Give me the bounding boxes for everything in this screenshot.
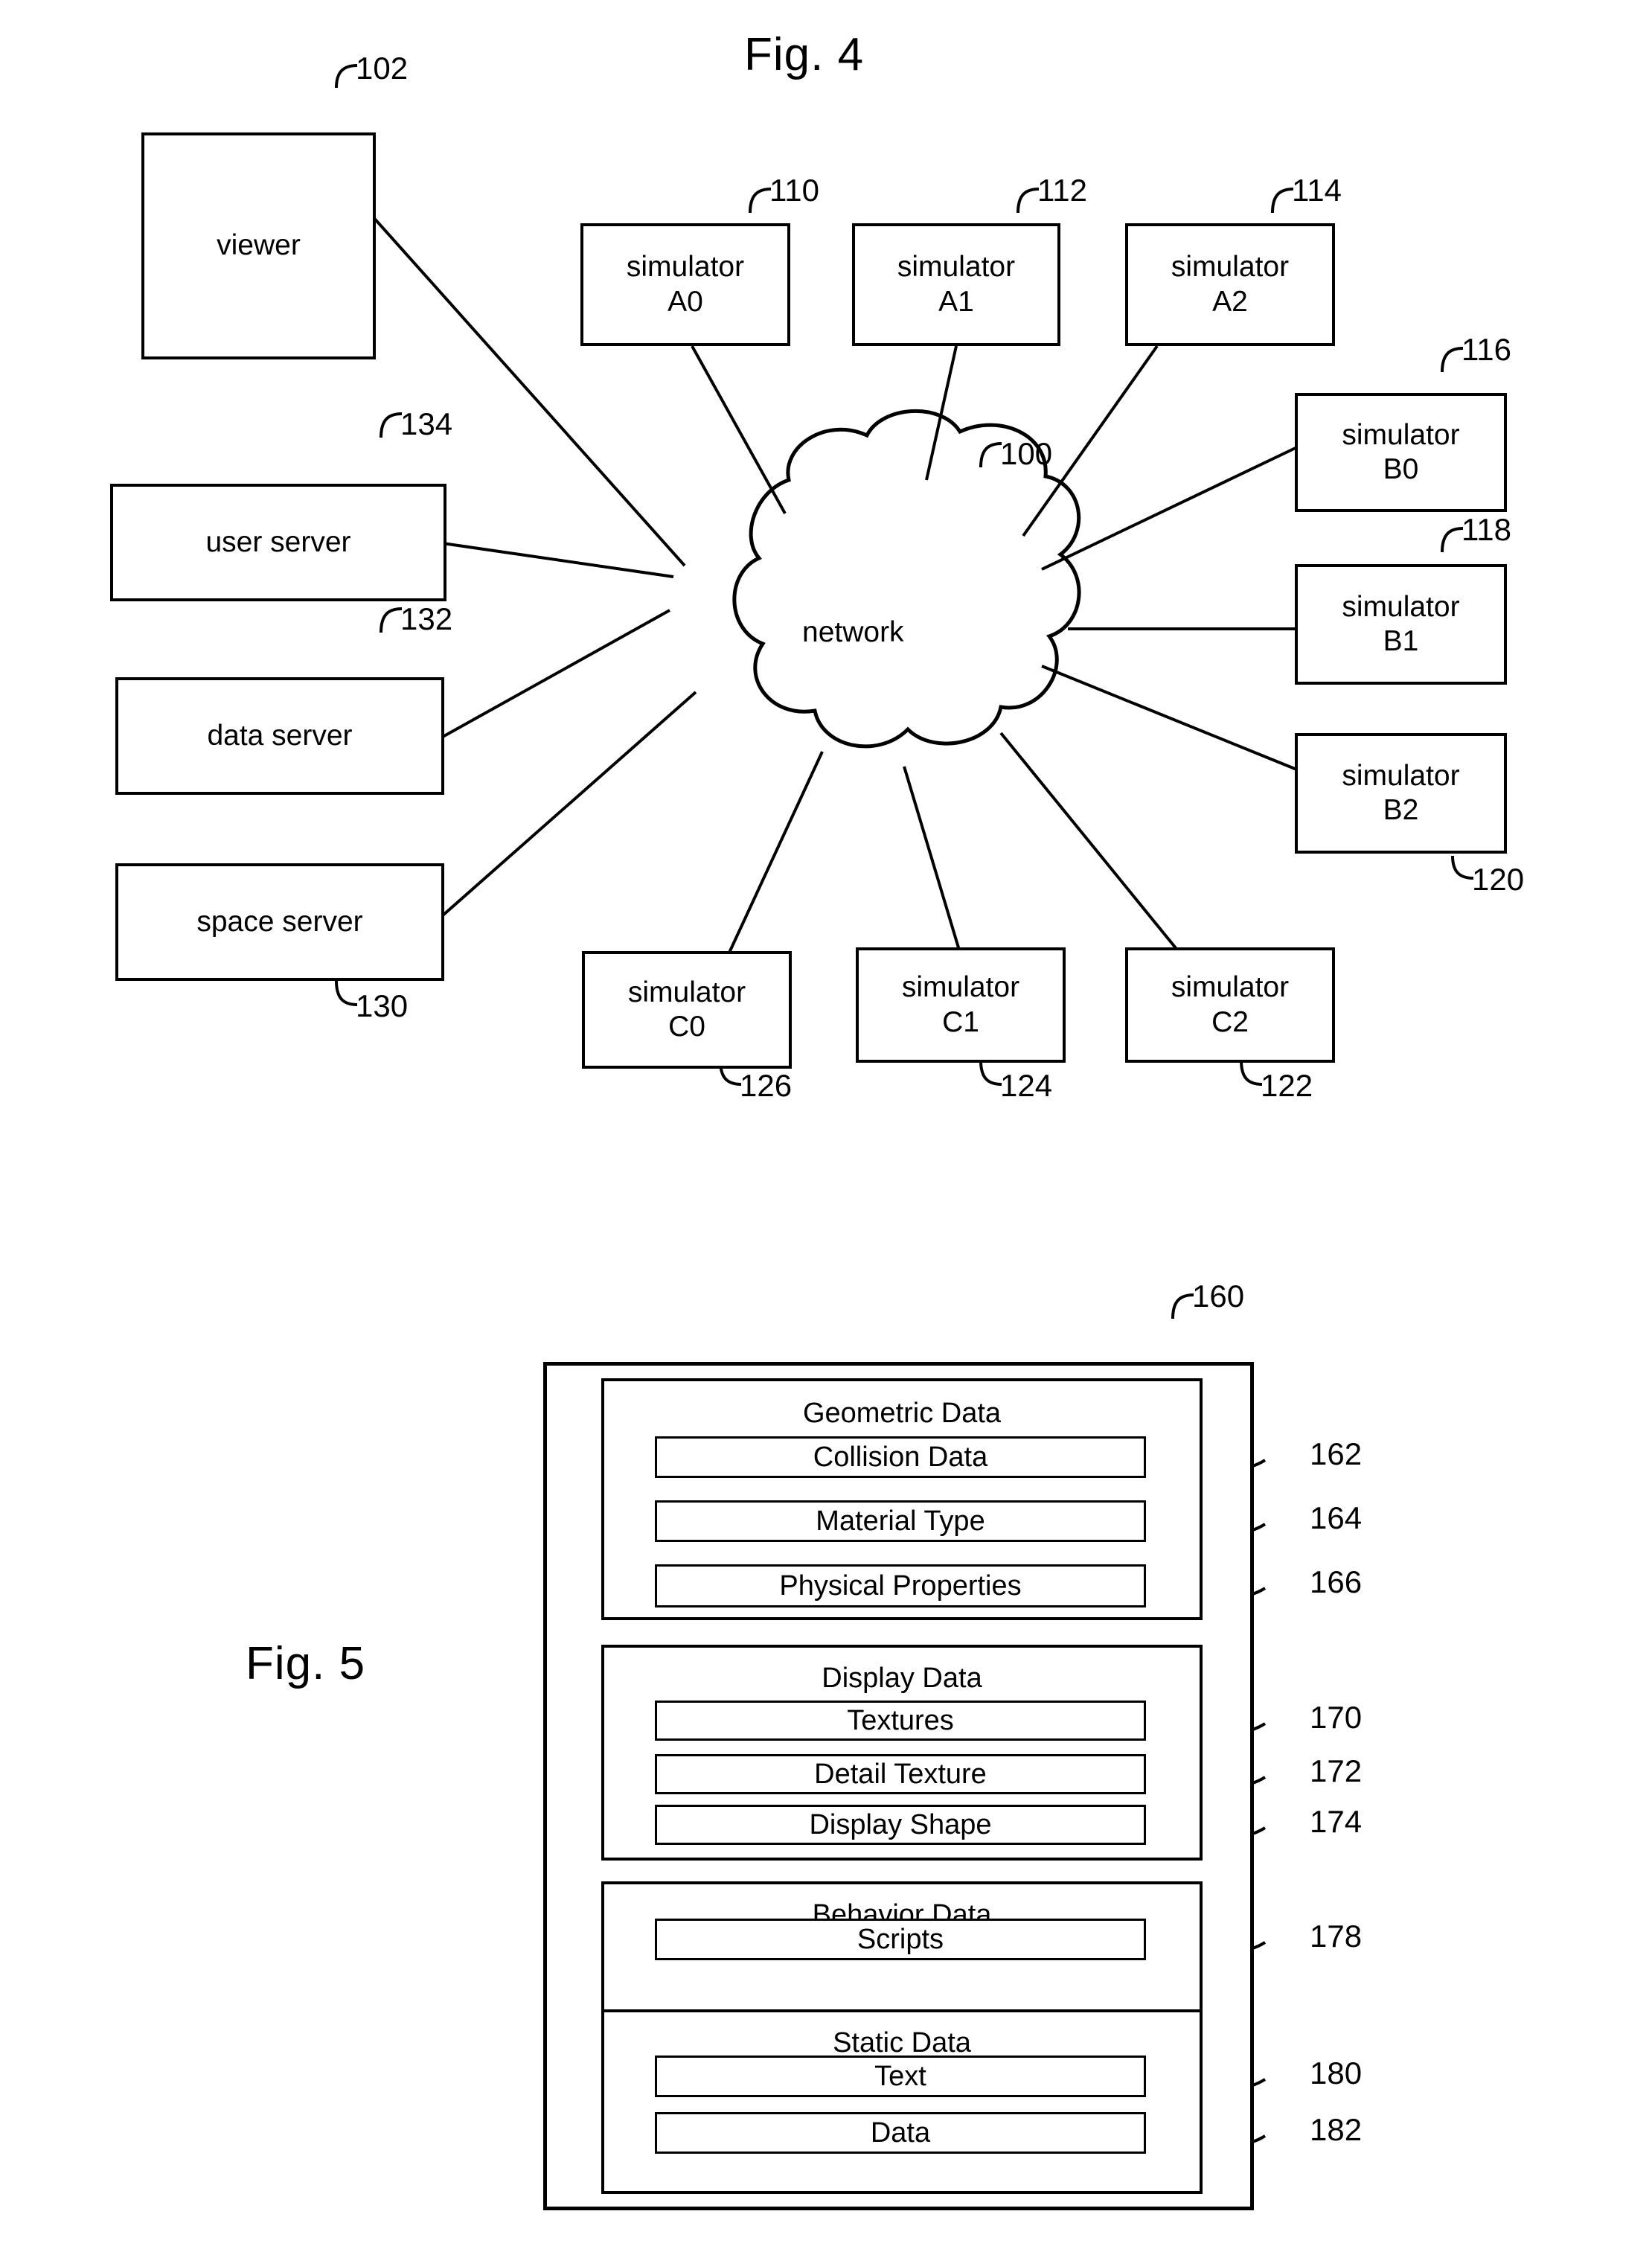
ref-174: 174 [1310, 1804, 1363, 1839]
ref-166: 166 [1310, 1564, 1363, 1599]
ref-182: 182 [1310, 2112, 1363, 2147]
ref-178: 178 [1310, 1919, 1363, 1954]
group-static-data-title: Static Data [833, 2027, 971, 2058]
node-simulator-c2: simulator C2 [1125, 947, 1335, 1063]
leader-132 [380, 607, 403, 633]
item-collision-data: Collision Data [655, 1436, 1146, 1478]
leader-102 [335, 64, 358, 89]
ref-180: 180 [1310, 2056, 1363, 2090]
ref-162: 162 [1310, 1436, 1363, 1471]
item-scripts: Scripts [655, 1919, 1146, 1960]
ref-114: 114 [1292, 173, 1342, 208]
node-space-server: space server [115, 863, 444, 981]
ref-110: 110 [769, 173, 819, 208]
ref-120: 120 [1472, 862, 1525, 897]
node-simulator-b0: simulator B0 [1295, 393, 1507, 512]
leader-124 [979, 1060, 1002, 1086]
ref-116: 116 [1461, 332, 1511, 367]
leader-118 [1441, 527, 1464, 553]
figure-4-title: Fig. 4 [744, 29, 865, 80]
ref-100: 100 [1000, 436, 1053, 471]
item-display-shape: Display Shape [655, 1805, 1146, 1845]
ref-130: 130 [356, 988, 409, 1023]
leader-100 [979, 442, 1002, 468]
link-data-server-network [442, 609, 670, 738]
leader-110 [749, 188, 772, 214]
leader-116 [1441, 347, 1464, 373]
leader-120 [1451, 855, 1474, 880]
node-simulator-a1: simulator A1 [852, 223, 1060, 346]
node-simulator-b2: simulator B2 [1295, 733, 1507, 854]
group-geometric-data-title: Geometric Data [802, 1398, 1002, 1429]
group-display-data-title: Display Data [822, 1663, 982, 1694]
link-sim-c2-network [999, 732, 1181, 954]
group-static-data: Static Data [601, 2009, 1203, 2194]
node-simulator-b1: simulator B1 [1295, 564, 1507, 685]
ref-126: 126 [740, 1068, 793, 1103]
leader-114 [1271, 188, 1294, 214]
link-sim-b0-network [1041, 445, 1299, 571]
patent-figure-sheet: Fig. 4 viewer 102 simulator A0 110 simul… [0, 0, 1652, 2249]
ref-132: 132 [400, 601, 453, 636]
leader-134 [380, 412, 403, 438]
link-space-server-network [441, 691, 697, 917]
item-data: Data [655, 2112, 1146, 2154]
ref-118: 118 [1461, 512, 1511, 547]
leader-122 [1240, 1060, 1263, 1086]
ref-102: 102 [356, 51, 409, 86]
ref-160: 160 [1192, 1279, 1245, 1314]
item-material-type: Material Type [655, 1500, 1146, 1542]
ref-122: 122 [1261, 1068, 1313, 1103]
link-user-server-network [442, 542, 674, 578]
node-simulator-a0: simulator A0 [580, 223, 790, 346]
node-simulator-c0: simulator C0 [582, 951, 792, 1069]
ref-172: 172 [1310, 1753, 1363, 1788]
link-sim-b2-network [1041, 665, 1299, 772]
ref-112: 112 [1037, 173, 1087, 208]
node-data-server: data server [115, 677, 444, 795]
node-simulator-c1: simulator C1 [856, 947, 1066, 1063]
leader-112 [1017, 188, 1040, 214]
node-simulator-a2: simulator A2 [1125, 223, 1335, 346]
node-viewer: viewer [141, 132, 376, 359]
figure-5-title: Fig. 5 [246, 1638, 366, 1689]
ref-164: 164 [1310, 1500, 1363, 1535]
leader-130 [335, 980, 358, 1006]
ref-124: 124 [1000, 1068, 1053, 1103]
node-user-server: user server [110, 484, 446, 601]
item-text: Text [655, 2056, 1146, 2097]
link-sim-c0-network [728, 751, 824, 953]
network-label: network [802, 616, 904, 648]
leader-160 [1171, 1293, 1194, 1319]
ref-170: 170 [1310, 1700, 1363, 1735]
item-detail-texture: Detail Texture [655, 1754, 1146, 1794]
item-physical-properties: Physical Properties [655, 1564, 1146, 1607]
item-textures: Textures [655, 1701, 1146, 1741]
ref-134: 134 [400, 406, 453, 441]
link-sim-c1-network [903, 766, 961, 953]
